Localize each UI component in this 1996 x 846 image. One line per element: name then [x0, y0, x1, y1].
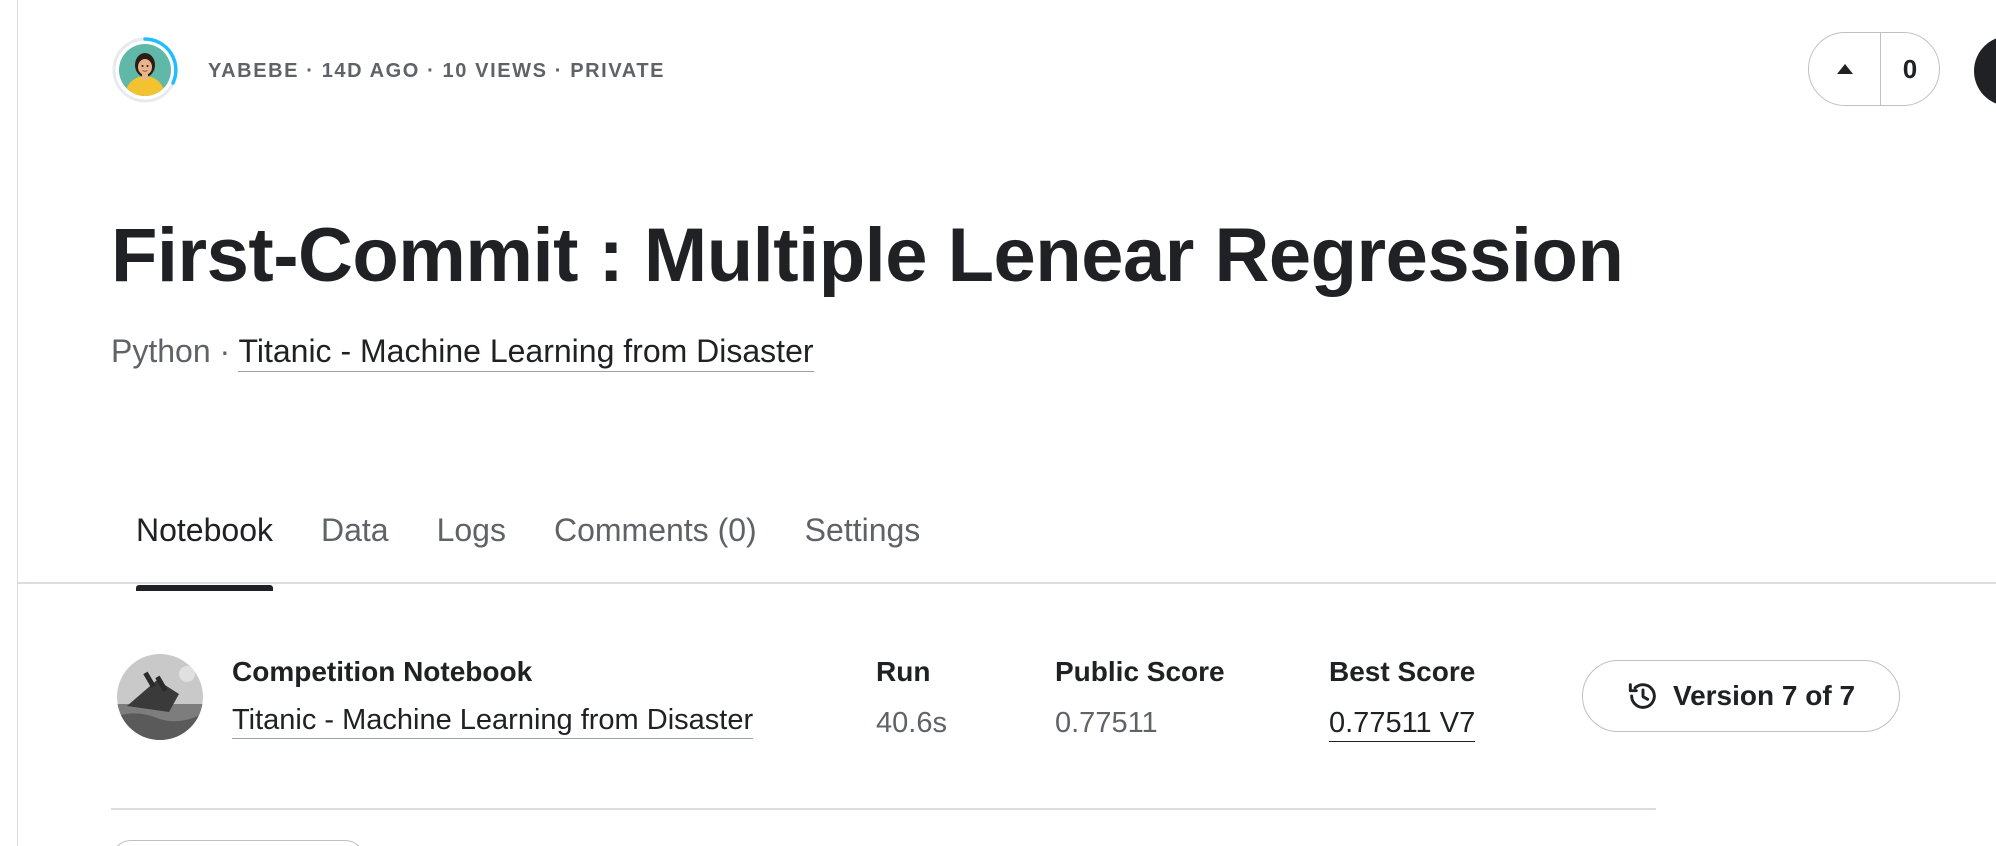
tab-notebook[interactable]: Notebook — [136, 512, 273, 591]
author-name[interactable]: YABEBE — [208, 60, 299, 82]
meta-separator: · — [419, 60, 443, 82]
tab-bar: Notebook Data Logs Comments (0) Settings — [136, 512, 968, 591]
view-count: 10 VIEWS — [442, 60, 548, 82]
notebook-age: 14D AGO — [321, 60, 420, 82]
run-value: 40.6s — [876, 707, 947, 739]
tab-divider — [17, 582, 1996, 584]
avatar[interactable] — [111, 36, 179, 104]
history-icon — [1628, 683, 1656, 709]
competition-link[interactable]: Titanic - Machine Learning from Disaster — [238, 333, 814, 372]
public-score-stat: Public Score 0.77511 — [1055, 656, 1225, 740]
visibility-label: PRIVATE — [570, 60, 666, 82]
competition-thumbnail[interactable] — [117, 654, 203, 740]
user-avatar-icon — [119, 44, 171, 96]
section-divider — [111, 808, 1656, 810]
notebook-subtitle: Python · Titanic - Machine Learning from… — [111, 333, 814, 372]
tab-logs[interactable]: Logs — [437, 512, 506, 589]
public-score-label: Public Score — [1055, 656, 1225, 687]
caret-up-icon — [1836, 64, 1853, 74]
vote-count: 0 — [1902, 53, 1918, 84]
version-history-button[interactable]: Version 7 of 7 — [1582, 660, 1900, 732]
best-score-link[interactable]: 0.77511 V7 — [1329, 707, 1476, 742]
best-score-stat: Best Score 0.77511 V7 — [1329, 656, 1475, 742]
run-stat: Run 40.6s — [876, 656, 947, 740]
tab-data[interactable]: Data — [321, 512, 389, 589]
meta-separator: · — [299, 60, 322, 82]
upvote-button[interactable] — [1809, 33, 1881, 105]
tab-comments[interactable]: Comments (0) — [554, 512, 757, 589]
partial-button[interactable] — [111, 840, 365, 846]
page-title: First-Commit : Multiple Lenear Regressio… — [111, 213, 1624, 298]
language-label: Python — [111, 333, 211, 369]
best-score-label: Best Score — [1329, 656, 1476, 687]
subtitle-separator: · — [210, 333, 239, 369]
public-score-value: 0.77511 — [1055, 707, 1158, 739]
notebook-page: YABEBE · 14D AGO · 10 VIEWS · PRIVATE 0 … — [0, 0, 1996, 846]
competition-notebook-label: Competition Notebook — [232, 656, 533, 687]
meta-separator: · — [547, 60, 571, 82]
left-divider — [17, 0, 18, 846]
vote-widget: 0 — [1808, 32, 1940, 106]
titanic-ship-icon — [117, 654, 203, 740]
tab-settings[interactable]: Settings — [805, 512, 921, 589]
run-label: Run — [876, 656, 931, 687]
competition-name-link[interactable]: Titanic - Machine Learning from Disaster — [232, 704, 754, 739]
notebook-meta: YABEBE · 14D AGO · 10 VIEWS · PRIVATE — [208, 60, 665, 83]
edit-button[interactable] — [1974, 36, 1996, 106]
version-label: Version 7 of 7 — [1672, 680, 1856, 711]
